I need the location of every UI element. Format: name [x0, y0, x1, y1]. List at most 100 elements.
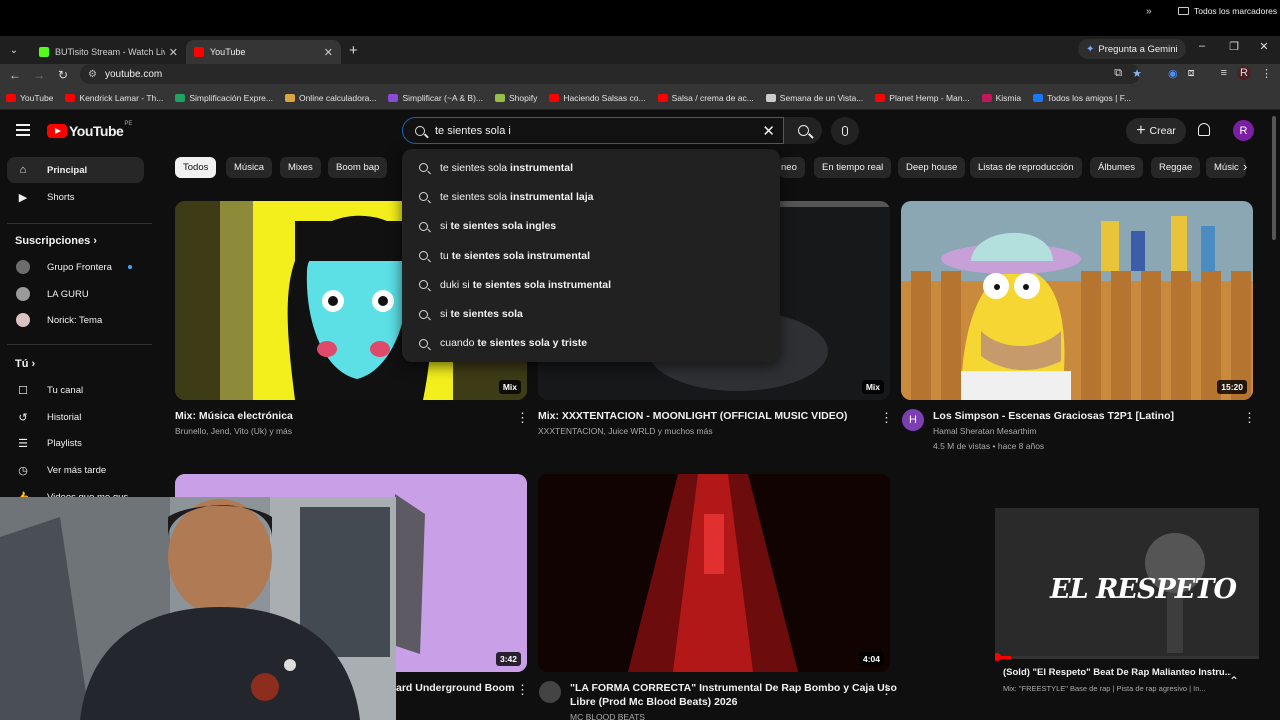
chip-reggae[interactable]: Reggae: [1151, 157, 1201, 178]
more-options-icon[interactable]: ⋮: [880, 682, 893, 698]
chip-listas[interactable]: Listas de reproducción: [970, 157, 1082, 178]
new-tab-icon[interactable]: +: [349, 42, 358, 59]
url-field[interactable]: ⚙ youtube.com: [80, 64, 1140, 84]
bookmark-item[interactable]: Simplificar (~A & B)...: [388, 93, 483, 103]
sidebar-item-la-guru[interactable]: LA GURU: [7, 281, 144, 307]
youtube-logo[interactable]: YouTube PE: [47, 121, 132, 139]
sidebar-item-playlists[interactable]: ☰ Playlists: [7, 430, 144, 456]
chip-musica[interactable]: Música: [226, 157, 273, 178]
suggestion-item[interactable]: tu te sientes sola instrumental: [402, 241, 780, 270]
extensions-puzzle-icon[interactable]: ⧈: [1188, 67, 1195, 80]
suggestion-item[interactable]: si te sientes sola: [402, 299, 780, 328]
video-title[interactable]: Mix: Música electrónica: [175, 410, 293, 422]
sidebar-item-grupo-frontera[interactable]: Grupo Frontera: [7, 254, 144, 280]
channel-name[interactable]: MC BLOOD BEATS: [570, 712, 645, 720]
bookmark-item[interactable]: Salsa / crema de ac...: [657, 93, 754, 103]
more-options-icon[interactable]: ⋮: [516, 410, 529, 426]
channel-name[interactable]: Hamal Sheratan Mesarthim: [933, 426, 1036, 436]
bookmark-item[interactable]: YouTube: [6, 93, 53, 103]
video-title-line2[interactable]: Libre (Prod Mc Blood Beats) 2026: [570, 696, 737, 708]
all-bookmarks-button[interactable]: Todos los marcadores: [1178, 6, 1277, 16]
video-title[interactable]: Los Simpson - Escenas Graciosas T2P1 [La…: [933, 410, 1174, 422]
site-info-icon[interactable]: ⚙: [88, 69, 97, 80]
sidebar-item-label: Tu canal: [47, 384, 84, 396]
channel-avatar[interactable]: [539, 681, 561, 703]
suggestion-item[interactable]: te sientes sola instrumental: [402, 153, 780, 182]
mini-player[interactable]: EL RESPETO (Sold) "El Respeto" Beat De R…: [993, 508, 1259, 720]
bookmark-item[interactable]: Semana de un Vista...: [765, 93, 863, 103]
profile-icon[interactable]: R: [1237, 66, 1251, 80]
reload-icon[interactable]: ↻: [51, 68, 75, 82]
search-input[interactable]: [435, 124, 735, 137]
gemini-button[interactable]: ✦ Pregunta a Gemini: [1078, 39, 1186, 59]
channel-avatar[interactable]: H: [902, 409, 924, 431]
suggestion-item[interactable]: te sientes sola instrumental laja: [402, 182, 780, 211]
bookmark-item[interactable]: Kismia: [981, 93, 1021, 103]
window-close-icon[interactable]: ✕: [1254, 40, 1274, 53]
video-title[interactable]: ard Underground Boom: [396, 682, 514, 694]
chip-albumes[interactable]: Álbumes: [1090, 157, 1143, 178]
search-button[interactable]: [784, 117, 822, 144]
video-title[interactable]: "LA FORMA CORRECTA" Instrumental De Rap …: [570, 682, 897, 694]
restore-icon[interactable]: ❐: [1224, 40, 1244, 53]
chip-boom-bap[interactable]: Boom bap: [328, 157, 388, 178]
home-icon: ⌂: [19, 164, 27, 176]
you-title[interactable]: Tú ›: [15, 358, 35, 370]
page-scrollbar[interactable]: [1272, 116, 1276, 240]
close-icon[interactable]: ✕: [324, 46, 333, 59]
video-thumbnail[interactable]: 15:20: [901, 201, 1253, 400]
video-title[interactable]: Mix: XXXTENTACION - MOONLIGHT (OFFICIAL …: [538, 410, 847, 422]
subscriptions-title[interactable]: Suscripciones ›: [15, 235, 97, 247]
extension-icon[interactable]: ◉: [1168, 67, 1178, 80]
suggestion-item[interactable]: duki si te sientes sola instrumental: [402, 270, 780, 299]
search-box[interactable]: ✕: [402, 117, 784, 144]
sidebar-item-shorts[interactable]: ▶ Shorts: [7, 184, 144, 210]
chip-mixes[interactable]: Mixes: [280, 157, 321, 178]
bookmark-item[interactable]: Planet Hemp - Man...: [875, 93, 970, 103]
tab-youtube[interactable]: YouTube ✕: [186, 40, 341, 64]
minimize-icon[interactable]: –: [1192, 40, 1212, 52]
chip-musica-partial[interactable]: Músic: [1206, 157, 1246, 178]
bookmark-item[interactable]: Todos los amigos | F...: [1033, 93, 1131, 103]
video-thumbnail[interactable]: 4:04: [538, 474, 890, 672]
browser-menu-icon[interactable]: ⋮: [1261, 67, 1272, 80]
bookmark-star-icon[interactable]: ★: [1132, 67, 1142, 80]
expand-icon[interactable]: ⌃: [1229, 674, 1239, 688]
account-avatar[interactable]: R: [1233, 120, 1254, 141]
suggestion-item[interactable]: cuando te sientes sola y triste: [402, 329, 780, 358]
bookmark-item[interactable]: Kendrick Lamar - Th...: [65, 93, 163, 103]
voice-search-button[interactable]: [831, 117, 859, 145]
notifications-bell-icon[interactable]: [1198, 123, 1210, 136]
duration-badge: 15:20: [1217, 380, 1247, 394]
clear-search-icon[interactable]: ✕: [762, 122, 775, 140]
bookmark-item[interactable]: Shopify: [495, 93, 537, 103]
sidebar-item-historial[interactable]: ↺ Historial: [7, 404, 144, 430]
more-options-icon[interactable]: ⋮: [880, 410, 893, 426]
sidebar-item-norick[interactable]: Norick: Tema: [7, 307, 144, 333]
menu-icon[interactable]: [16, 124, 30, 136]
bookmark-item[interactable]: Online calculadora...: [284, 92, 377, 103]
tab-search-button[interactable]: ⌄: [3, 40, 25, 60]
more-bookmarks-icon[interactable]: »: [1146, 6, 1152, 17]
media-controls-icon[interactable]: ≡: [1221, 67, 1227, 79]
chip-en-tiempo-real[interactable]: En tiempo real: [814, 157, 892, 178]
bookmark-label: Online calculadora...: [298, 92, 377, 103]
sidebar-item-tu-canal[interactable]: ☐ Tu canal: [7, 377, 144, 403]
chip-todos[interactable]: Todos: [175, 157, 217, 178]
sidebar-item-principal[interactable]: ⌂ Principal: [7, 157, 144, 183]
tab-butisito[interactable]: BUTisito Stream - Watch Live o ✕: [31, 40, 186, 64]
sidebar-item-ver-mas-tarde[interactable]: ◷ Ver más tarde: [7, 457, 144, 483]
create-button[interactable]: + Crear: [1126, 118, 1186, 144]
chip-partial[interactable]: neo: [779, 157, 805, 178]
back-icon[interactable]: ←: [3, 68, 27, 82]
more-options-icon[interactable]: ⋮: [516, 682, 529, 698]
close-icon[interactable]: ✕: [169, 46, 178, 59]
forward-icon[interactable]: →: [27, 68, 51, 82]
chevron-right-icon[interactable]: ›: [1243, 159, 1247, 174]
install-app-icon[interactable]: ⧉: [1114, 67, 1122, 80]
more-options-icon[interactable]: ⋮: [1243, 410, 1256, 426]
suggestion-item[interactable]: si te sientes sola ingles: [402, 212, 780, 241]
bookmark-item[interactable]: Haciendo Salsas co...: [549, 93, 646, 103]
bookmark-item[interactable]: Simplificación Expre...: [175, 93, 273, 103]
chip-deep-house[interactable]: Deep house: [898, 157, 966, 178]
